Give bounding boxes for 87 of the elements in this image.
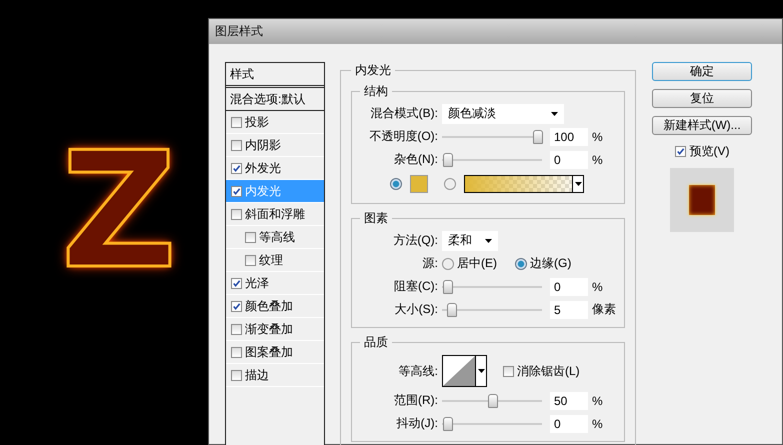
dropdown[interactable]: 颜色减淡: [442, 104, 564, 124]
field-label: 抖动(J):: [396, 415, 438, 432]
checkbox[interactable]: [231, 116, 242, 128]
checkbox-label: 预览(V): [690, 143, 730, 160]
slider-thumb[interactable]: [533, 130, 543, 144]
list-item[interactable]: 描边: [226, 364, 324, 387]
list-item[interactable]: 混合选项:默认: [226, 88, 324, 111]
unit-label: 像素: [592, 301, 616, 318]
dialog-button[interactable]: 确定: [652, 62, 752, 81]
field-label: 阻塞(C):: [393, 278, 438, 295]
list-item[interactable]: 投影: [226, 111, 324, 134]
slider-thumb[interactable]: [443, 416, 453, 430]
section-title: 内发光: [354, 62, 392, 79]
unit-label: %: [592, 152, 603, 166]
checkbox[interactable]: [231, 208, 242, 220]
group-title: 图素: [363, 210, 389, 227]
list-item[interactable]: 渐变叠加: [226, 318, 324, 341]
unit-label: %: [592, 130, 603, 144]
dialog-button[interactable]: 复位: [652, 89, 752, 108]
field-label: 大小(S):: [394, 301, 438, 318]
list-item[interactable]: 等高线: [226, 226, 324, 249]
radio-button[interactable]: [444, 178, 456, 190]
option-label: 居中(E): [457, 255, 497, 272]
group-title: 品质: [363, 334, 389, 351]
dropdown[interactable]: 柔和: [442, 230, 498, 250]
option-label: 边缘(G): [530, 255, 572, 272]
list-item[interactable]: 颜色叠加: [226, 295, 324, 318]
field-label: 方法(Q):: [392, 232, 438, 249]
slider[interactable]: [442, 130, 542, 144]
slider[interactable]: [442, 280, 542, 294]
checkbox-label: 消除锯齿(L): [517, 362, 580, 380]
color-swatch[interactable]: [410, 175, 428, 193]
slider-thumb[interactable]: [443, 152, 453, 166]
caret-icon: [485, 238, 492, 242]
checkbox[interactable]: [231, 300, 242, 312]
glowing-letter: Z: [60, 130, 177, 290]
window-title: 图层样式: [209, 19, 782, 44]
field-label: 不透明度(O):: [368, 128, 438, 145]
slider[interactable]: [442, 302, 542, 316]
checkbox[interactable]: [674, 146, 686, 157]
checkbox[interactable]: [503, 366, 514, 376]
slider[interactable]: [442, 416, 542, 430]
field-label: 源:: [422, 255, 438, 272]
unit-label: %: [592, 394, 603, 408]
field-label: 范围(R):: [393, 392, 438, 409]
radio-button[interactable]: [442, 258, 454, 270]
list-item[interactable]: 光泽: [226, 272, 324, 295]
number-field[interactable]: 5: [550, 300, 588, 318]
slider[interactable]: [442, 394, 542, 408]
list-header: 样式: [226, 63, 324, 88]
checkbox[interactable]: [231, 346, 242, 358]
checkbox[interactable]: [231, 186, 242, 196]
number-field[interactable]: 0: [550, 414, 588, 432]
slider-thumb[interactable]: [488, 394, 498, 408]
radio-button[interactable]: [390, 178, 402, 190]
list-item[interactable]: 斜面和浮雕: [226, 203, 324, 226]
number-field[interactable]: 0: [550, 150, 588, 168]
gradient-picker[interactable]: [464, 175, 584, 193]
number-field[interactable]: 50: [550, 392, 588, 410]
list-item[interactable]: 内阴影: [226, 134, 324, 157]
number-field[interactable]: 0: [550, 278, 588, 296]
contour-picker[interactable]: [442, 355, 487, 387]
field-label: 混合模式(B):: [370, 105, 438, 122]
unit-label: %: [592, 416, 603, 430]
checkbox[interactable]: [231, 278, 242, 288]
unit-label: %: [592, 280, 603, 294]
list-item[interactable]: 纹理: [226, 249, 324, 272]
group-title: 结构: [363, 83, 389, 100]
checkbox[interactable]: [245, 232, 256, 242]
caret-icon: [551, 112, 558, 116]
field-label: 杂色(N):: [393, 151, 438, 168]
slider-thumb[interactable]: [443, 280, 453, 294]
caret-icon: [475, 356, 486, 386]
checkbox[interactable]: [231, 324, 242, 334]
caret-icon: [572, 176, 583, 192]
field-label: 等高线:: [398, 362, 438, 380]
checkbox[interactable]: [231, 140, 242, 150]
checkbox[interactable]: [245, 254, 256, 266]
checkbox[interactable]: [231, 370, 242, 380]
list-item[interactable]: 图案叠加: [226, 341, 324, 364]
dialog-button[interactable]: 新建样式(W)...: [652, 116, 752, 135]
radio-button[interactable]: [515, 258, 527, 270]
slider-thumb[interactable]: [446, 302, 457, 316]
preview-thumbnail: [670, 168, 734, 232]
number-field[interactable]: 100: [550, 128, 588, 146]
checkbox[interactable]: [231, 162, 242, 174]
slider[interactable]: [442, 152, 542, 166]
